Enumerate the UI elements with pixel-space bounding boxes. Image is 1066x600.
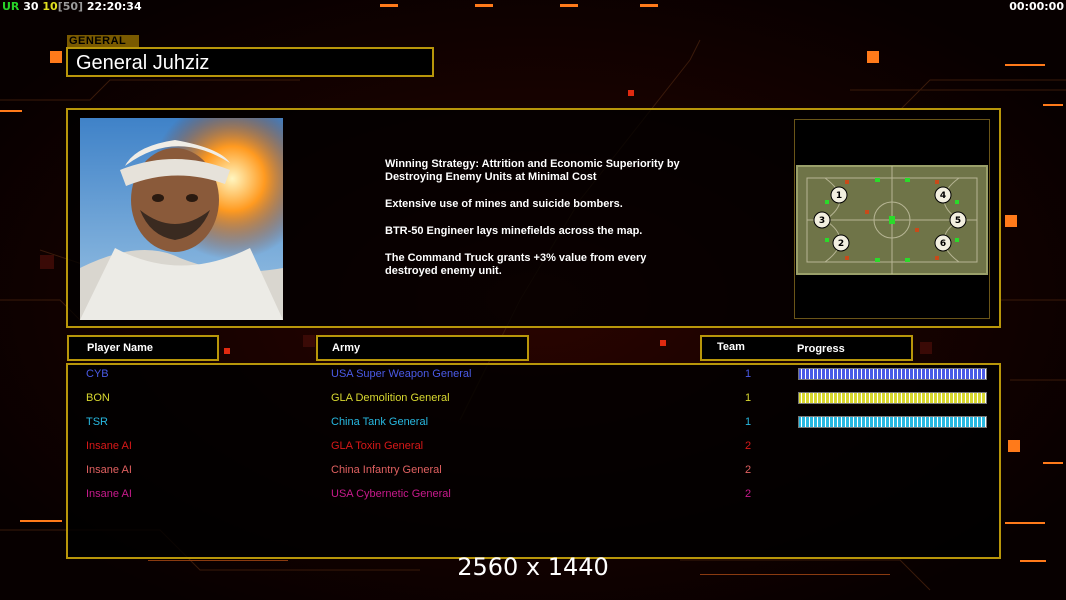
loading-progress-bar <box>798 392 987 404</box>
player-team: 2 <box>745 464 752 476</box>
player-team: 2 <box>745 440 752 452</box>
column-header-label: Army <box>332 342 361 354</box>
loading-progress-bar <box>798 416 987 428</box>
strategy-line: BTR-50 Engineer lays minefields across t… <box>385 225 643 237</box>
player-army: China Infantry General <box>331 464 442 476</box>
strategy-line: The Command Truck grants +3% value from … <box>385 252 647 277</box>
strategy-line: Extensive use of mines and suicide bombe… <box>385 198 623 210</box>
start-position-label: 3 <box>819 216 825 226</box>
resolution-label: 2560 x 1440 <box>457 553 609 581</box>
player-name: TSR <box>86 416 108 428</box>
player-team: 1 <box>745 416 752 428</box>
start-position-label: 6 <box>940 239 946 249</box>
map-preview: 1 2 3 4 5 6 <box>794 119 990 319</box>
start-position-label: 1 <box>836 191 842 201</box>
player-row: Insane AI GLA Toxin General 2 <box>0 437 1066 461</box>
strategy-line: Winning Strategy: Attrition and Economic… <box>385 158 680 183</box>
player-army: GLA Demolition General <box>331 392 450 404</box>
hud-part: UR <box>2 0 20 13</box>
general-portrait <box>80 118 283 320</box>
player-row: BON GLA Demolition General 1 <box>0 389 1066 413</box>
hud-stats: UR 30 10[50] 22:20:34 <box>2 0 142 13</box>
player-name: Insane AI <box>86 440 132 452</box>
column-header-label: Progress <box>797 343 845 355</box>
hud-part: 30 <box>19 0 39 13</box>
player-name: Insane AI <box>86 464 132 476</box>
column-header-army: Army <box>316 335 529 361</box>
column-header-label: Team <box>717 341 745 353</box>
start-position-label: 5 <box>955 216 961 226</box>
general-name: General Juhziz <box>66 47 434 77</box>
loading-progress-bar <box>798 368 987 380</box>
match-timer: 00:00:00 <box>1009 0 1064 13</box>
player-army: USA Cybernetic General <box>331 488 451 500</box>
player-row: TSR China Tank General 1 <box>0 413 1066 437</box>
player-team: 1 <box>745 392 752 404</box>
player-row: Insane AI USA Cybernetic General 2 <box>0 485 1066 509</box>
player-army: USA Super Weapon General <box>331 368 472 380</box>
column-header-player: Player Name <box>67 335 219 361</box>
player-team: 2 <box>745 488 752 500</box>
column-header-team-progress: Team Progress <box>700 335 913 361</box>
player-army: China Tank General <box>331 416 429 428</box>
general-tag: GENERAL <box>67 35 139 47</box>
player-name: Insane AI <box>86 488 132 500</box>
start-position-label: 4 <box>940 191 946 201</box>
hud-part: 22:20:34 <box>83 0 142 13</box>
hud-part: 10 <box>38 0 58 13</box>
start-position-label: 2 <box>838 239 844 249</box>
player-name: CYB <box>86 368 109 380</box>
winning-strategy: Winning Strategy: Attrition and Economic… <box>385 158 745 292</box>
player-row: Insane AI China Infantry General 2 <box>0 461 1066 485</box>
player-army: GLA Toxin General <box>331 440 424 452</box>
player-row: CYB USA Super Weapon General 1 <box>0 365 1066 389</box>
column-header-label: Player Name <box>87 342 154 354</box>
hud-part: [50] <box>57 0 84 13</box>
player-name: BON <box>86 392 110 404</box>
player-team: 1 <box>745 368 752 380</box>
